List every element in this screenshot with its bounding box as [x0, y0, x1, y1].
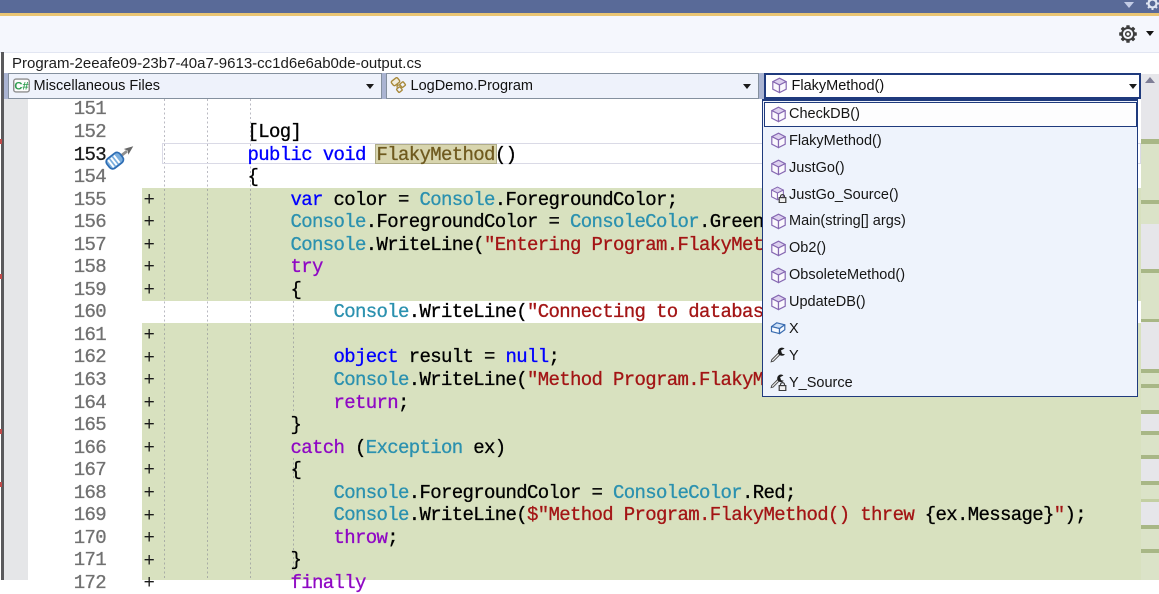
- svg-text:C#: C#: [14, 81, 29, 93]
